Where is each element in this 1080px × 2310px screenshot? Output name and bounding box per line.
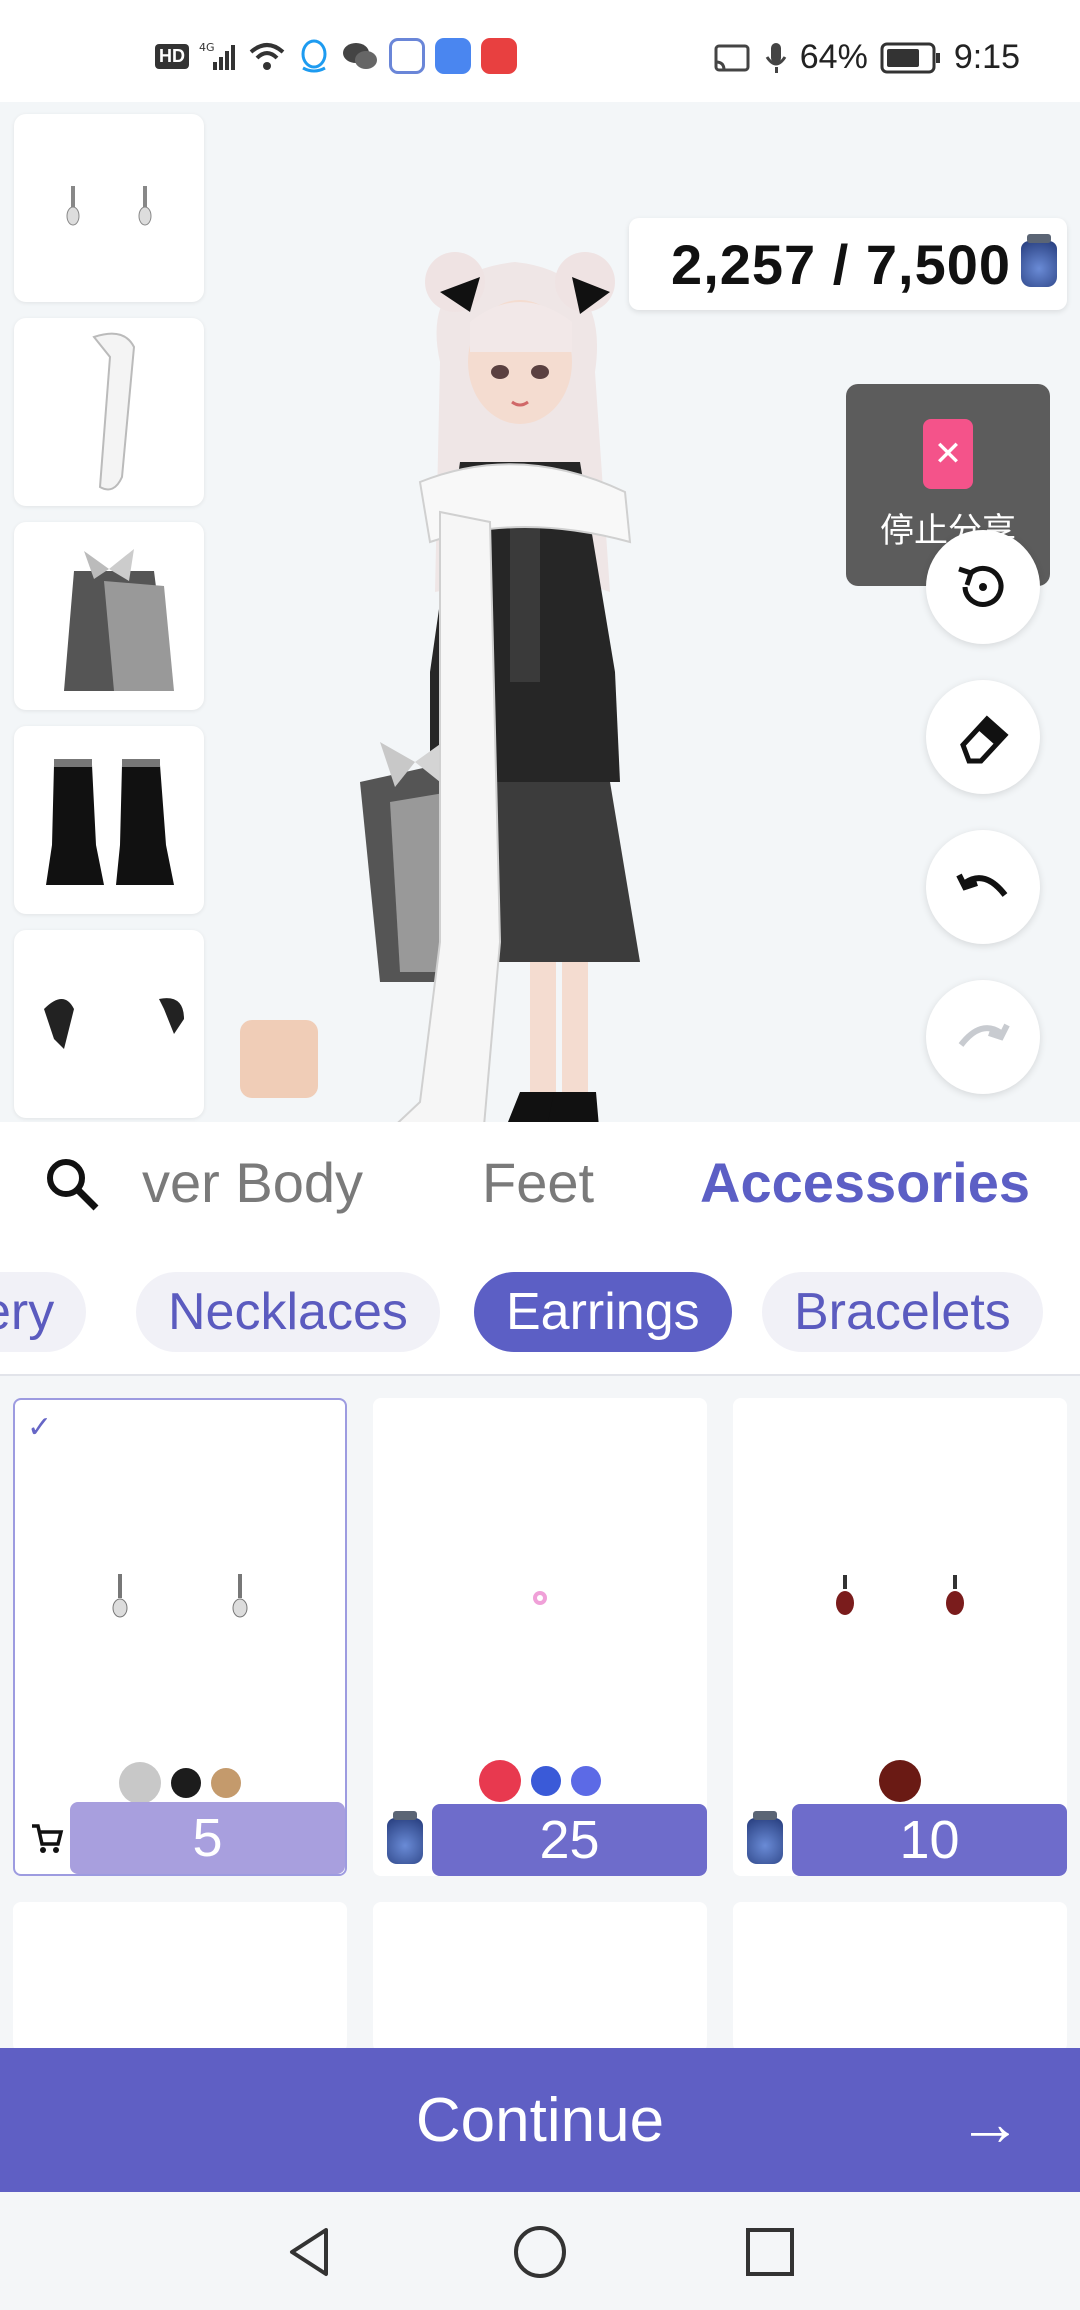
item-preview bbox=[373, 1548, 707, 1648]
card-footer: 10 bbox=[733, 1804, 1067, 1876]
wifi-icon bbox=[247, 38, 287, 74]
card-footer: 25 bbox=[373, 1804, 707, 1876]
back-icon[interactable] bbox=[280, 2222, 340, 2282]
currency-value: 2,257 / 7,500 bbox=[671, 232, 1011, 296]
status-left: HD 4G bbox=[155, 38, 517, 74]
clock: 9:15 bbox=[953, 38, 1020, 76]
tab-accessories[interactable]: Accessories bbox=[700, 1150, 1030, 1215]
item-card[interactable]: ✓ 5 bbox=[13, 1398, 347, 1876]
search-icon[interactable] bbox=[40, 1152, 104, 1216]
battery-icon bbox=[880, 40, 942, 76]
tab-lower-body[interactable]: ver Body bbox=[142, 1150, 363, 1215]
thumb-boots[interactable] bbox=[14, 726, 204, 914]
subcategory-pills: ery Necklaces Earrings Bracelets bbox=[0, 1244, 1080, 1376]
home-icon[interactable] bbox=[510, 2222, 570, 2282]
svg-text:4G: 4G bbox=[199, 41, 215, 54]
thumb-earrings[interactable] bbox=[14, 114, 204, 302]
pill-jewelry[interactable]: ery bbox=[0, 1272, 87, 1352]
item-preview bbox=[733, 1548, 1067, 1648]
pill-earrings[interactable]: Earrings bbox=[474, 1272, 732, 1352]
status-right: 64% 9:15 bbox=[712, 38, 1020, 77]
hd-icon: HD bbox=[155, 43, 189, 69]
swatch[interactable] bbox=[171, 1768, 201, 1798]
price-button[interactable]: 10 bbox=[792, 1804, 1067, 1876]
recents-icon[interactable] bbox=[740, 2222, 800, 2282]
price-button[interactable]: 25 bbox=[432, 1804, 707, 1876]
item-card[interactable] bbox=[733, 1902, 1067, 2048]
signal-icon: 4G bbox=[199, 38, 237, 74]
eraser-icon bbox=[960, 715, 1009, 764]
swatch[interactable] bbox=[571, 1766, 601, 1796]
pill-bracelets[interactable]: Bracelets bbox=[762, 1272, 1043, 1352]
skin-tone-swatch[interactable] bbox=[240, 1020, 318, 1098]
item-grid: ✓ 5 25 10 bbox=[0, 1376, 1080, 2048]
jar-icon bbox=[1021, 234, 1057, 287]
thumb-bag[interactable] bbox=[14, 522, 204, 710]
continue-label: Continue bbox=[415, 2085, 665, 2155]
swatch[interactable] bbox=[119, 1762, 161, 1804]
redo-button[interactable] bbox=[926, 980, 1040, 1094]
price-button[interactable]: 5 bbox=[70, 1802, 345, 1874]
item-card[interactable]: 10 bbox=[733, 1398, 1067, 1876]
color-swatches bbox=[373, 1760, 707, 1802]
jar-icon bbox=[385, 1811, 425, 1866]
qq-icon bbox=[297, 38, 331, 74]
tab-feet[interactable]: Feet bbox=[482, 1150, 594, 1215]
swatch[interactable] bbox=[211, 1768, 241, 1798]
currency-counter[interactable]: 2,257 / 7,500 bbox=[629, 218, 1067, 310]
undo-icon bbox=[956, 873, 1008, 897]
item-card[interactable]: 25 bbox=[373, 1398, 707, 1876]
pill-necklaces[interactable]: Necklaces bbox=[136, 1272, 440, 1352]
color-swatches bbox=[733, 1760, 1067, 1802]
app-icon bbox=[389, 38, 425, 74]
phone-x-icon: ✕ bbox=[923, 418, 973, 489]
cart-icon bbox=[27, 1814, 67, 1864]
item-card[interactable] bbox=[13, 1902, 347, 2048]
item-preview bbox=[15, 1550, 345, 1650]
category-tabs: ver Body Feet Accessories bbox=[0, 1122, 1080, 1244]
item-card[interactable] bbox=[373, 1902, 707, 2048]
system-nav-bar bbox=[0, 2192, 1080, 2310]
thumb-scarf[interactable] bbox=[14, 318, 204, 506]
equipped-thumbnails bbox=[14, 114, 204, 1134]
reset-icon bbox=[958, 565, 1004, 607]
music-icon bbox=[435, 38, 471, 74]
arrow-right-icon: → bbox=[958, 2087, 1022, 2159]
status-bar: HD 4G 64% 9:15 bbox=[0, 0, 1080, 102]
wechat-icon bbox=[341, 38, 379, 74]
card-footer: 5 bbox=[15, 1802, 345, 1874]
mic-icon bbox=[764, 40, 788, 76]
continue-button[interactable]: Continue → bbox=[0, 2048, 1080, 2192]
swatch[interactable] bbox=[879, 1760, 921, 1802]
battery-percent: 64% bbox=[799, 38, 868, 76]
color-swatches bbox=[15, 1762, 345, 1804]
avatar-stage: 2,257 / 7,500 ✕ 停止分享 bbox=[0, 102, 1080, 1183]
swatch[interactable] bbox=[479, 1760, 521, 1802]
avatar-figure bbox=[340, 252, 640, 1183]
reset-button[interactable] bbox=[926, 530, 1040, 644]
cast-icon bbox=[712, 40, 752, 76]
undo-button[interactable] bbox=[926, 830, 1040, 944]
book-icon bbox=[481, 38, 517, 74]
check-icon: ✓ bbox=[27, 1411, 53, 1444]
thumb-ribbons[interactable] bbox=[14, 930, 204, 1118]
redo-icon bbox=[958, 1023, 1010, 1047]
eraser-button[interactable] bbox=[926, 680, 1040, 794]
swatch[interactable] bbox=[531, 1766, 561, 1796]
jar-icon bbox=[745, 1811, 785, 1866]
